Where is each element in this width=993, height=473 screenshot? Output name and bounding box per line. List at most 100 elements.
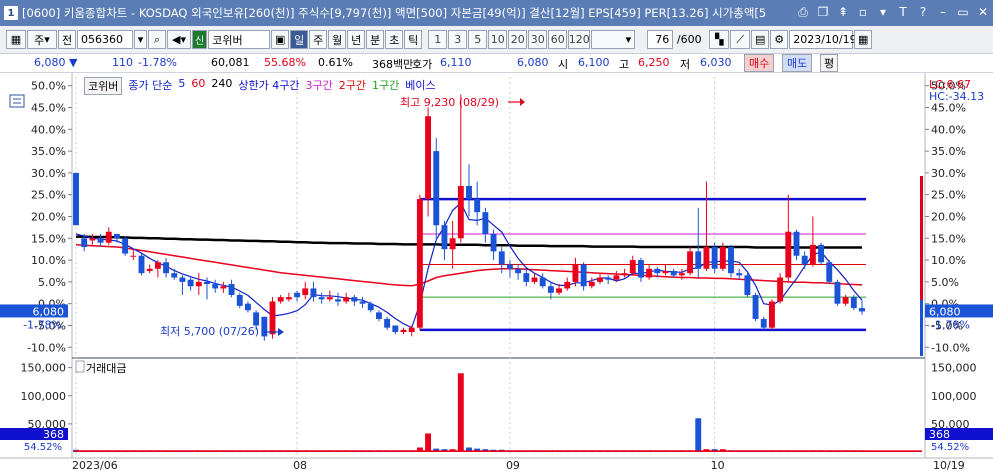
period-tick[interactable]: 틱: [404, 30, 423, 49]
avg-button[interactable]: 평: [820, 54, 839, 72]
price-chart[interactable]: 50.0% 50.0%45.0% 45.0%40.0% 40.0%35.0% 35.0%…: [0, 73, 993, 473]
speaker-icon[interactable]: ◀▾: [167, 30, 191, 49]
candle-body: [441, 225, 448, 250]
candle-body: [646, 268, 653, 278]
market-select[interactable]: 주 ▾: [27, 30, 57, 49]
price-axis-label-right: 40.0%: [931, 123, 966, 136]
minute-10[interactable]: 10: [488, 30, 508, 49]
candle-body: [179, 277, 186, 282]
sell-button[interactable]: 매도: [782, 54, 813, 72]
turnover-rate: 0.61%: [318, 56, 353, 69]
candle-body: [760, 318, 767, 328]
buy-button[interactable]: 매수: [744, 54, 775, 72]
date-axis-label: 10/19: [933, 459, 965, 472]
period-month[interactable]: 월: [328, 30, 347, 49]
price-axis-label-right: -10.0%: [931, 341, 970, 354]
custom-period-select[interactable]: ▾: [591, 30, 636, 49]
candle-body: [785, 231, 792, 278]
candle-body: [105, 231, 112, 243]
dropdown-icon[interactable]: ▾: [875, 4, 891, 20]
candle-body: [204, 281, 210, 285]
candle-body: [261, 316, 268, 337]
volume-bar: [695, 418, 702, 452]
minute-5[interactable]: 5: [468, 30, 488, 49]
frame-icon[interactable]: ▫: [855, 4, 871, 20]
window-number: 1: [4, 6, 18, 20]
candle-body: [367, 303, 374, 311]
candle-body: [711, 247, 718, 269]
legend-ma240: 240: [211, 77, 233, 90]
chart-legend: 코위버 종가 단순 5 60 240 상한가 4구간 3구간 2구간 1구간 베…: [84, 77, 436, 95]
bid-label: 호가: [412, 58, 433, 71]
code-dropdown-icon[interactable]: ▾: [134, 30, 147, 49]
legend-base: 베이스: [405, 79, 436, 92]
minute-3[interactable]: 3: [448, 30, 468, 49]
candle-body: [752, 294, 759, 319]
save-icon[interactable]: ▤: [751, 30, 770, 49]
legend-band1: 1구간: [371, 79, 400, 92]
minimize-icon[interactable]: –: [935, 4, 951, 20]
date-input[interactable]: 2023/10/19: [789, 30, 857, 49]
text-icon[interactable]: T: [895, 4, 911, 20]
period-day[interactable]: 일: [290, 30, 309, 49]
restore-icon[interactable]: ❐: [815, 4, 831, 20]
candle-body: [318, 297, 325, 300]
period-second[interactable]: 초: [385, 30, 404, 49]
candle-body: [89, 238, 96, 241]
print-icon[interactable]: ⎙: [795, 4, 811, 20]
candle-body: [859, 308, 865, 312]
candle-body: [113, 233, 120, 239]
prefix-button[interactable]: 전: [58, 30, 76, 49]
candle-body: [73, 172, 79, 226]
close-icon[interactable]: ✕: [975, 4, 991, 20]
maximize-icon[interactable]: ▭: [955, 4, 971, 20]
grid-icon[interactable]: ▦: [6, 30, 26, 49]
chart-type-icon[interactable]: ▚: [709, 30, 730, 49]
gear-icon[interactable]: ⚙: [770, 30, 789, 49]
search-icon[interactable]: ⌕: [148, 30, 166, 49]
price-axis-label-left: -10.0%: [27, 341, 66, 354]
candle-body: [572, 264, 579, 282]
price-axis-label-right: 15.0%: [931, 232, 966, 245]
calendar-icon[interactable]: ▦: [854, 30, 873, 49]
candle-body: [253, 312, 260, 326]
period-week[interactable]: 주: [309, 30, 328, 49]
hc-value: HC:-34.13: [929, 90, 984, 103]
candle-body: [400, 329, 407, 333]
candle-body: [605, 277, 612, 280]
volume-ratio: 55.68%: [264, 56, 306, 69]
date-axis-label: 09: [506, 459, 520, 472]
code-input[interactable]: 056360: [77, 30, 133, 49]
minute-1[interactable]: 1: [428, 30, 448, 49]
candle-body: [474, 199, 481, 213]
volume-axis-label-right: 100,000: [931, 390, 977, 403]
candle-body: [228, 284, 235, 295]
candle-body: [695, 251, 702, 269]
candle-body: [629, 260, 636, 274]
minute-120[interactable]: 120: [568, 30, 591, 49]
volume-label: 거래대금: [86, 362, 126, 375]
tools-icon[interactable]: ⟋: [730, 30, 751, 49]
lock-icon[interactable]: ▣: [271, 30, 290, 49]
date-axis-label: 08: [293, 459, 307, 472]
candle-body: [384, 318, 391, 328]
help-icon[interactable]: ?: [915, 4, 931, 20]
volume-value: 60,081: [211, 56, 250, 69]
candle-body: [277, 297, 284, 302]
candle-body: [613, 275, 620, 280]
candle-body: [580, 264, 587, 287]
volume-axis-label-left: 100,000: [21, 390, 67, 403]
minute-30[interactable]: 30: [528, 30, 548, 49]
candle-body: [687, 251, 694, 274]
candle-body: [171, 273, 178, 278]
candle-body: [302, 288, 309, 295]
candle-body: [818, 244, 825, 263]
minute-20[interactable]: 20: [508, 30, 528, 49]
period-year[interactable]: 년: [347, 30, 366, 49]
ask-value: 6,080: [517, 56, 549, 69]
count-input[interactable]: 76: [647, 30, 674, 49]
candle-body: [842, 297, 849, 304]
pin-icon[interactable]: ⇞: [835, 4, 851, 20]
period-minute[interactable]: 분: [366, 30, 385, 49]
minute-60[interactable]: 60: [548, 30, 568, 49]
